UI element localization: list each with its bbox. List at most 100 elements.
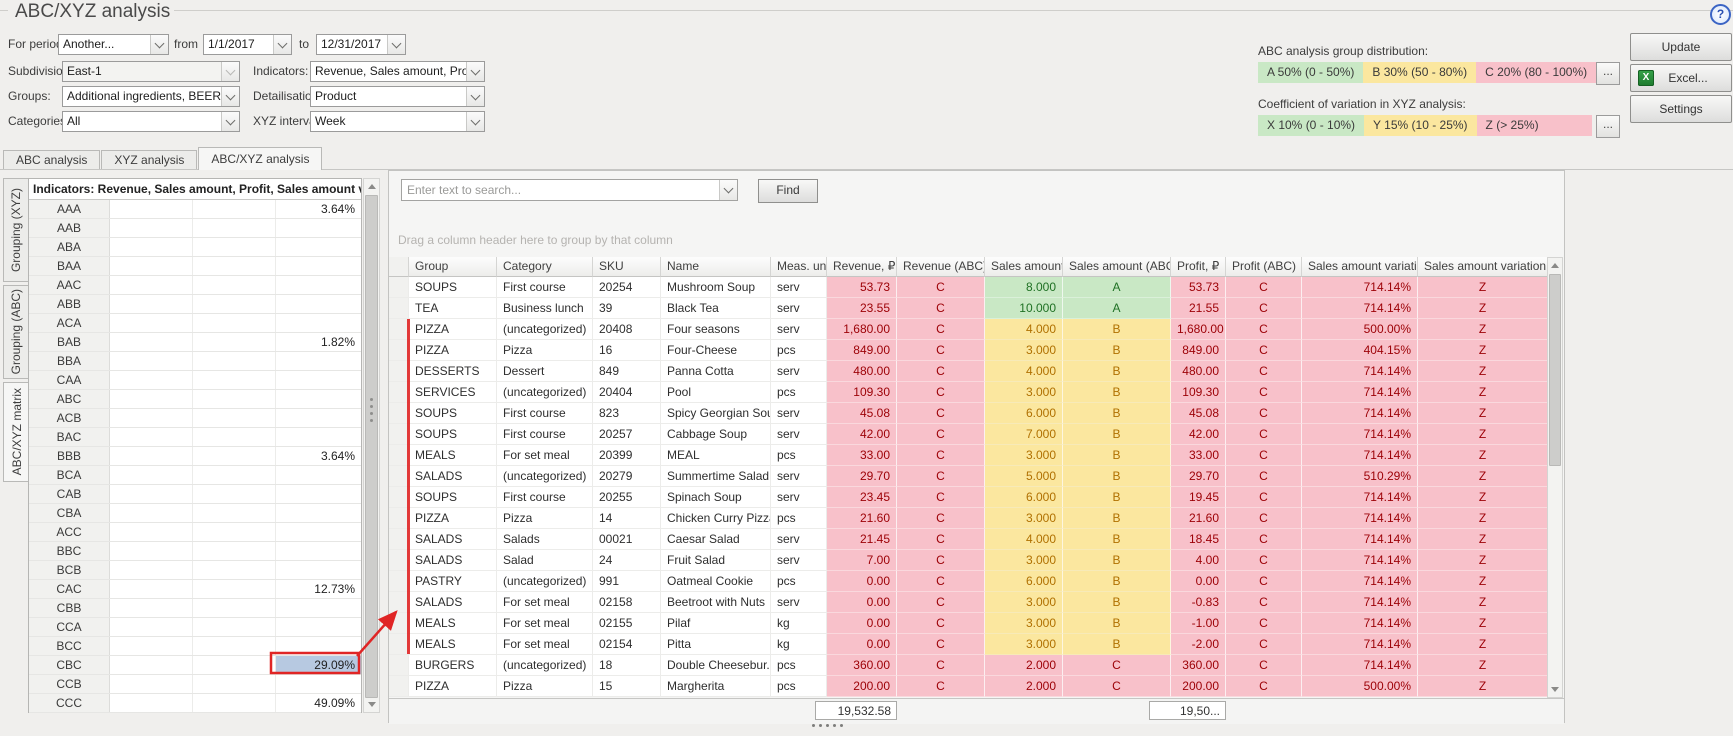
table-row[interactable]: SOUPSFirst course823Spicy Georgian Soups… — [389, 403, 1564, 424]
column-header-sales-amount-variation[interactable]: Sales amount variation... — [1302, 257, 1418, 277]
search-input[interactable] — [402, 180, 719, 200]
chevron-down-icon[interactable] — [221, 112, 239, 131]
matrix-cell-value[interactable] — [276, 295, 361, 313]
table-row[interactable]: PIZZAPizza14Chicken Curry Pizzapcs21.60C… — [389, 508, 1564, 529]
matrix-row[interactable]: ABB — [29, 295, 361, 314]
column-header-profit[interactable]: Profit, ₽ — [1171, 257, 1226, 277]
tab-xyz-analysis[interactable]: XYZ analysis — [101, 150, 197, 170]
chevron-down-icon[interactable] — [466, 112, 484, 131]
scroll-down-icon[interactable] — [1548, 682, 1562, 697]
matrix-row[interactable]: CBC29.09% — [29, 656, 361, 675]
matrix-cell-value[interactable]: 12.73% — [276, 580, 361, 598]
table-row[interactable]: SALADSSalad24Fruit Saladserv7.00C3.000B4… — [389, 550, 1564, 571]
matrix-row[interactable]: ABA — [29, 238, 361, 257]
chevron-down-icon[interactable] — [221, 62, 239, 81]
grid-vertical-scrollbar[interactable] — [1547, 257, 1563, 698]
matrix-cell-value[interactable]: 3.64% — [276, 200, 361, 218]
horizontal-splitter-handle[interactable] — [812, 724, 843, 727]
table-row[interactable]: SALADSFor set meal02158Beetroot with Nut… — [389, 592, 1564, 613]
matrix-row[interactable]: CCA — [29, 618, 361, 637]
matrix-cell-value[interactable] — [276, 675, 361, 693]
vertical-splitter-handle[interactable] — [370, 398, 373, 422]
matrix-cell-value[interactable]: 1.82% — [276, 333, 361, 351]
matrix-cell-value[interactable] — [276, 276, 361, 294]
column-header-revenue[interactable]: Revenue, ₽ — [827, 257, 897, 277]
matrix-row[interactable]: BBC — [29, 542, 361, 561]
matrix-row[interactable]: ACC — [29, 523, 361, 542]
matrix-vertical-scrollbar[interactable] — [363, 178, 380, 713]
table-row[interactable]: SALADS(uncategorized)20279Summertime Sal… — [389, 466, 1564, 487]
column-header-sales-amount-abc[interactable]: Sales amount (ABC) — [1063, 257, 1171, 277]
scroll-up-icon[interactable] — [364, 179, 379, 194]
matrix-cell-value[interactable] — [276, 523, 361, 541]
matrix-cell-value[interactable] — [276, 542, 361, 560]
table-row[interactable]: MEALSFor set meal02155Pilafkg0.00C3.000B… — [389, 613, 1564, 634]
matrix-row[interactable]: CAA — [29, 371, 361, 390]
table-row[interactable]: TEABusiness lunch39Black Teaserv23.55C10… — [389, 298, 1564, 319]
matrix-cell-value[interactable]: 3.64% — [276, 447, 361, 465]
matrix-row[interactable]: CCC49.09% — [29, 694, 361, 713]
column-header-group[interactable]: Group — [409, 257, 497, 277]
table-row[interactable]: MEALSFor set meal20399MEALpcs33.00C3.000… — [389, 445, 1564, 466]
side-tab-grouping-abc[interactable]: Grouping (ABC) — [3, 285, 28, 379]
table-row[interactable]: SALADSSalads00021Caesar Saladserv21.45C4… — [389, 529, 1564, 550]
matrix-cell-value[interactable] — [276, 599, 361, 617]
matrix-row[interactable]: BBA — [29, 352, 361, 371]
column-header-name[interactable]: Name — [661, 257, 771, 277]
matrix-row[interactable]: AAB — [29, 219, 361, 238]
find-button[interactable]: Find — [758, 179, 818, 203]
excel-button[interactable]: X Excel... — [1630, 64, 1732, 92]
update-button[interactable]: Update — [1630, 33, 1732, 61]
table-row[interactable]: PIZZAPizza15Margheritapcs200.00C2.000C20… — [389, 676, 1564, 697]
table-row[interactable]: BURGERS(uncategorized)18Double Cheesebur… — [389, 655, 1564, 676]
period-select[interactable]: Another... — [58, 34, 169, 55]
matrix-row[interactable]: CBB — [29, 599, 361, 618]
chevron-down-icon[interactable] — [150, 35, 168, 54]
table-row[interactable]: PIZZAPizza16Four-Cheesepcs849.00C3.000B8… — [389, 340, 1564, 361]
detailisation-select[interactable]: Product — [310, 86, 485, 107]
table-row[interactable]: SERVICES(uncategorized)20404Poolpcs109.3… — [389, 382, 1564, 403]
matrix-row[interactable]: AAC — [29, 276, 361, 295]
matrix-row[interactable]: BBB3.64% — [29, 447, 361, 466]
matrix-cell-value[interactable] — [276, 409, 361, 427]
matrix-cell-value[interactable] — [276, 371, 361, 389]
table-row[interactable]: DESSERTSDessert849Panna Cottaserv480.00C… — [389, 361, 1564, 382]
subdivisions-select[interactable]: East-1 — [62, 61, 240, 82]
table-row[interactable]: PASTRY(uncategorized)991Oatmeal Cookiepc… — [389, 571, 1564, 592]
matrix-row[interactable]: CBA — [29, 504, 361, 523]
tab-abc-analysis[interactable]: ABC analysis — [3, 150, 100, 170]
matrix-cell-value[interactable] — [276, 219, 361, 237]
settings-button[interactable]: Settings — [1630, 95, 1732, 123]
matrix-row[interactable]: BAA — [29, 257, 361, 276]
date-to-select[interactable]: 12/31/2017 — [316, 34, 406, 55]
chevron-down-icon[interactable] — [719, 180, 737, 200]
help-icon[interactable]: ? — [1710, 4, 1731, 25]
matrix-cell-value[interactable] — [276, 428, 361, 446]
groups-select[interactable]: Additional ingredients, BEERS, BEV... — [62, 86, 240, 107]
matrix-cell-value[interactable] — [276, 238, 361, 256]
matrix-cell-value[interactable] — [276, 466, 361, 484]
matrix-cell-value[interactable] — [276, 314, 361, 332]
column-header-sales-amount-variation-coefficient-xyz[interactable]: Sales amount variation coefficient, % (X… — [1418, 257, 1548, 277]
matrix-row[interactable]: BCB — [29, 561, 361, 580]
matrix-row[interactable]: BAC — [29, 428, 361, 447]
grid-scrollbar-thumb[interactable] — [1549, 274, 1561, 466]
column-header-sku[interactable]: SKU — [593, 257, 661, 277]
matrix-cell-value[interactable] — [276, 637, 361, 655]
xyz-legend-more-button[interactable]: ... — [1596, 115, 1620, 138]
chevron-down-icon[interactable] — [387, 35, 405, 54]
matrix-row[interactable]: ACA — [29, 314, 361, 333]
matrix-row[interactable]: ACB — [29, 409, 361, 428]
matrix-cell-value[interactable] — [276, 390, 361, 408]
column-header-meas-unit[interactable]: Meas. unit — [771, 257, 827, 277]
column-header-category[interactable]: Category — [497, 257, 593, 277]
column-header-profit-abc[interactable]: Profit (ABC) — [1226, 257, 1302, 277]
chevron-down-icon[interactable] — [221, 87, 239, 106]
matrix-row[interactable]: AAA3.64% — [29, 200, 361, 219]
matrix-cell-value[interactable]: 29.09% — [276, 656, 361, 674]
column-header-sales-amount[interactable]: Sales amount — [985, 257, 1063, 277]
column-header-revenue-abc[interactable]: Revenue (ABC) — [897, 257, 985, 277]
tab-abc-xyz-analysis[interactable]: ABC/XYZ analysis — [198, 147, 322, 170]
side-tab-grouping-xyz[interactable]: Grouping (XYZ) — [3, 178, 28, 282]
matrix-row[interactable]: CCB — [29, 675, 361, 694]
